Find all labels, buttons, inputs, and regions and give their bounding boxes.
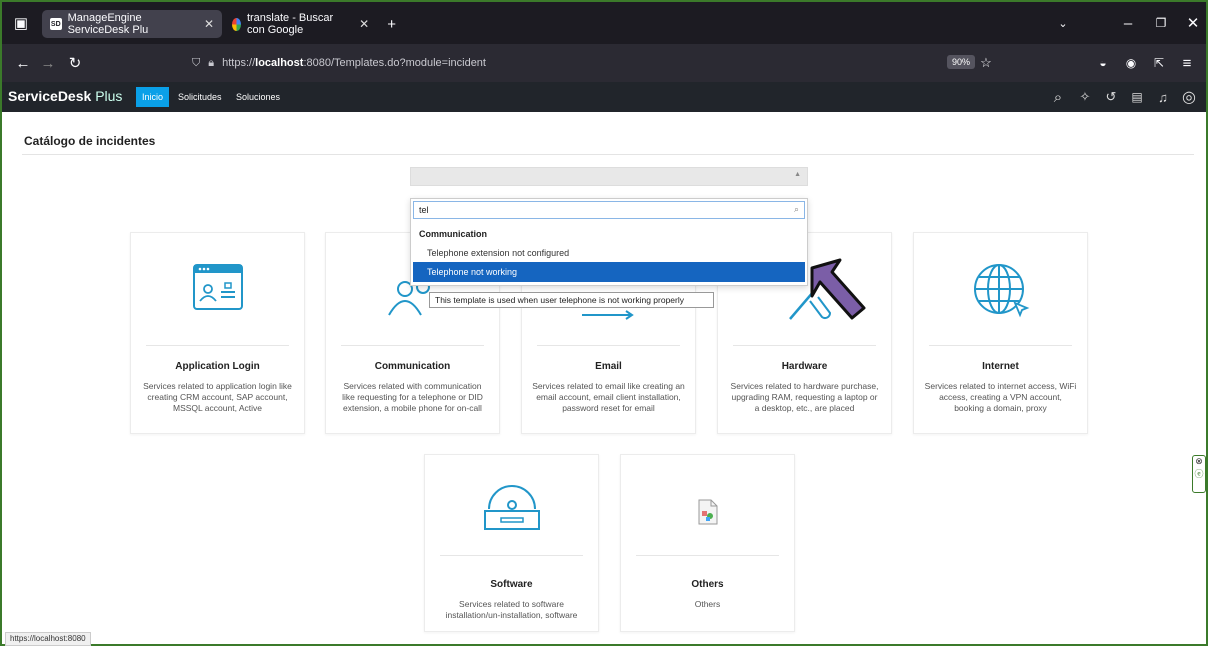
search-icon[interactable]: ⌕ xyxy=(1047,86,1069,108)
card-title: Others xyxy=(691,579,724,590)
template-tooltip: This template is used when user telephon… xyxy=(429,292,714,308)
close-circle-icon[interactable]: ⊗ xyxy=(1193,456,1205,467)
page-title: Catálogo de incidentes xyxy=(24,134,156,148)
menu-solicitudes[interactable]: Solicitudes xyxy=(172,87,228,107)
notes-icon[interactable]: ▤ xyxy=(1126,86,1148,108)
side-widget[interactable]: ⊗ ⓔ xyxy=(1192,455,1206,493)
card-description: Others xyxy=(694,599,721,609)
option-telephone-not-working[interactable]: Telephone not working xyxy=(413,262,805,282)
user-avatar-icon[interactable]: ◎ xyxy=(1178,86,1200,108)
card-description: Services related to internet access, WiF… xyxy=(924,381,1077,413)
app-header: ServiceDesk Plus Inicio Solicitudes Solu… xyxy=(2,82,1206,112)
status-url: https://localhost:8080 xyxy=(5,632,91,646)
caret-up-icon: ▲ xyxy=(794,171,801,178)
menu-icon[interactable]: ≡ xyxy=(1176,52,1198,74)
tab-translate[interactable]: translate - Buscar con Google ✕ + xyxy=(224,10,404,38)
card-others[interactable]: Others Others xyxy=(620,454,795,632)
browser-tab-bar: ▣ SD ManageEngine ServiceDesk Plu ✕ tran… xyxy=(2,2,1206,44)
template-search-input[interactable]: tel ⌕ xyxy=(413,201,805,219)
card-title: Internet xyxy=(982,361,1019,372)
star-icon[interactable]: ☆ xyxy=(975,52,997,74)
brand-suffix: Plus xyxy=(95,88,123,104)
main-content: Catálogo de incidentes Application Login… xyxy=(14,120,1194,632)
card-description: Services related to software installatio… xyxy=(445,599,578,620)
chevron-down-icon[interactable]: ⌄ xyxy=(1052,12,1074,34)
url-host: localhost xyxy=(255,57,304,69)
lock-icon: 🔒︎ xyxy=(208,56,215,69)
quick-create-icon[interactable]: ✧ xyxy=(1074,86,1096,108)
search-value: tel xyxy=(419,205,429,215)
menu-soluciones[interactable]: Soluciones xyxy=(230,87,286,107)
card-application-login[interactable]: Application Login Services related to ap… xyxy=(130,232,305,434)
brand-name: ServiceDesk xyxy=(8,88,92,104)
card-title: Hardware xyxy=(781,361,828,372)
tab-label: ManageEngine ServiceDesk Plu xyxy=(67,12,149,36)
restore-icon[interactable]: ❐ xyxy=(1150,12,1172,34)
app-login-icon xyxy=(192,264,243,310)
card-internet[interactable]: Internet Services related to internet ac… xyxy=(913,232,1088,434)
card-title: Software xyxy=(490,579,533,590)
menu-inicio[interactable]: Inicio xyxy=(136,87,170,107)
zoom-level[interactable]: 90% xyxy=(947,55,976,69)
tab-label: translate - Buscar con Google xyxy=(246,12,334,36)
google-favicon-icon xyxy=(232,17,241,31)
sd-favicon-icon: SD xyxy=(50,18,62,30)
card-description: Services related to hardware purchase, u… xyxy=(730,381,879,413)
account-icon[interactable]: ◉ xyxy=(1120,52,1142,74)
new-tab-icon[interactable]: + xyxy=(387,16,396,33)
close-tab-icon[interactable]: ✕ xyxy=(359,17,369,31)
divider xyxy=(22,154,1194,155)
search-icon: ⌕ xyxy=(793,204,799,214)
close-window-icon[interactable]: ✕ xyxy=(1182,12,1204,34)
card-software[interactable]: Software Services related to software in… xyxy=(424,454,599,632)
url-rest: :8080/Templates.do?module=incident xyxy=(303,57,486,69)
card-description: Services related to email like creating … xyxy=(532,381,685,413)
bell-icon[interactable]: ♫ xyxy=(1152,86,1174,108)
url-prefix: https:// xyxy=(222,57,256,69)
disc-drive-icon xyxy=(483,485,540,530)
url-bar[interactable]: ⛉ 🔒︎ https://localhost:8080/Templates.do… xyxy=(192,52,982,74)
tab-list-icon[interactable]: ▣ xyxy=(10,12,32,34)
reload-icon[interactable]: ↻ xyxy=(64,52,86,74)
tab-servicedesk[interactable]: SD ManageEngine ServiceDesk Plu ✕ xyxy=(42,10,222,38)
option-group-label: Communication xyxy=(419,229,488,239)
card-description: Services related to application login li… xyxy=(143,381,292,413)
pocket-icon[interactable]: ◒ xyxy=(1092,52,1114,74)
close-tab-icon[interactable]: ✕ xyxy=(204,17,214,31)
card-title: Email xyxy=(595,361,622,372)
shield-icon: ⛉ xyxy=(192,56,201,69)
annotation-arrow-icon xyxy=(810,258,866,320)
back-icon[interactable]: ← xyxy=(12,52,34,74)
template-dropdown: tel ⌕ Communication Telephone extension … xyxy=(410,198,808,286)
history-icon[interactable]: ↺ xyxy=(1100,86,1122,108)
e-circle-icon[interactable]: ⓔ xyxy=(1193,467,1205,480)
forward-icon[interactable]: → xyxy=(37,52,59,74)
globe-icon xyxy=(973,264,1029,318)
template-select[interactable]: ▲ xyxy=(410,167,808,186)
card-title: Communication xyxy=(374,361,451,372)
option-telephone-extension[interactable]: Telephone extension not configured xyxy=(413,243,805,263)
broken-image-icon xyxy=(698,499,717,525)
browser-nav-bar: ← → ↻ ⛉ 🔒︎ https://localhost:8080/Templa… xyxy=(2,44,1206,82)
minimize-icon[interactable]: – xyxy=(1117,12,1139,34)
card-description: Services related with communication like… xyxy=(342,381,483,413)
extensions-icon[interactable]: ⇱ xyxy=(1148,52,1170,74)
card-title: Application Login xyxy=(175,361,260,372)
app-logo[interactable]: ServiceDesk Plus xyxy=(8,88,122,104)
